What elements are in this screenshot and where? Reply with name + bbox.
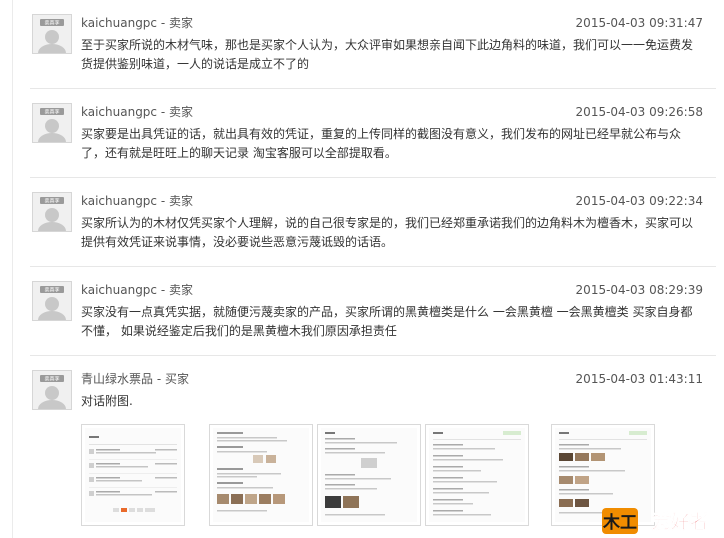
avatar[interactable]: 卖真李 [32, 14, 72, 54]
screenshot-thumbnail-icon [429, 428, 525, 522]
author-name[interactable]: 青山绿水票品 - 买家 [81, 370, 189, 387]
comment-entry: 卖真李 kaichuangpc - 卖家 2015-04-03 09:26:58… [20, 89, 716, 178]
attachment-thumbnail[interactable] [209, 424, 313, 526]
comment-line: 提供有效凭证来说事情，没必要说些恶意污蔑诋毁的话语。 [81, 235, 394, 249]
timestamp: 2015-04-03 09:22:34 [575, 194, 703, 208]
comment-line: 买家要是出具凭证的话，就出具有效的凭证，重复的上传同样的截图没有意义，我们发布的… [81, 127, 682, 141]
mugong-aihaozhe-logo-icon: 木工 爱好者 [602, 508, 709, 534]
author-name[interactable]: kaichuangpc - 卖家 [81, 14, 193, 31]
author-name[interactable]: kaichuangpc - 卖家 [81, 192, 193, 209]
author-name[interactable]: kaichuangpc - 卖家 [81, 103, 193, 120]
avatar[interactable]: 卖真李 [32, 192, 72, 232]
comment-text: 对话附图. [81, 392, 705, 411]
attachment-thumbnail[interactable] [425, 424, 529, 526]
avatar-label: 卖真李 [44, 109, 59, 116]
comment-line: 货提供鉴别味道，一人的说话是成立不了的 [81, 57, 310, 71]
comment-line: 至于买家所说的木材气味，那也是买家个人认为，大众评审如果想亲自闻下此边角料的味道… [81, 38, 694, 52]
comment-entry: 卖真李 kaichuangpc - 卖家 2015-04-03 09:31:47… [20, 0, 716, 89]
avatar-label: 卖真李 [44, 287, 59, 294]
avatar-placeholder-icon: 卖真李 [33, 371, 71, 409]
comment-text: 买家要是出具凭证的话，就出具有效的凭证，重复的上传同样的截图没有意义，我们发布的… [81, 125, 705, 163]
comment-line: 买家所认为的木材仅凭买家个人理解，说的自己很专家是的，我们已经郑重承诺我们的边角… [81, 216, 694, 230]
avatar-placeholder-icon: 卖真李 [33, 282, 71, 320]
avatar-label: 卖真李 [44, 376, 59, 383]
avatar-label: 卖真李 [44, 198, 59, 205]
screenshot-thumbnail-icon [321, 428, 417, 522]
comment-page: 卖真李 kaichuangpc - 卖家 2015-04-03 09:31:47… [0, 0, 724, 538]
watermark-logo: 木工 爱好者 [600, 504, 720, 536]
comment-text: 买家所认为的木材仅凭买家个人理解，说的自己很专家是的，我们已经郑重承诺我们的边角… [81, 214, 705, 252]
logo-part2: 爱好者 [651, 510, 708, 533]
comment-line: 买家没有一点真凭实据，就随便污蔑卖家的产品，买家所谓的黑黄檀类是什么 一会黑黄檀… [81, 305, 693, 319]
logo-part1: 木工 [602, 512, 637, 533]
comment-text: 至于买家所说的木材气味，那也是买家个人认为，大众评审如果想亲自闻下此边角料的味道… [81, 36, 705, 74]
avatar[interactable]: 卖真李 [32, 370, 72, 410]
comment-line: 了，还有就是旺旺上的聊天记录 淘宝客服可以全部提取看。 [81, 146, 397, 160]
avatar[interactable]: 卖真李 [32, 281, 72, 321]
avatar-label: 卖真李 [44, 20, 59, 27]
comment-text: 买家没有一点真凭实据，就随便污蔑卖家的产品，买家所谓的黑黄檀类是什么 一会黑黄檀… [81, 303, 705, 341]
author-name[interactable]: kaichuangpc - 卖家 [81, 281, 193, 298]
timestamp: 2015-04-03 01:43:11 [575, 372, 703, 386]
attachment-thumbnail[interactable] [81, 424, 185, 526]
attachment-thumbnail[interactable] [317, 424, 421, 526]
comment-entry: 卖真李 kaichuangpc - 卖家 2015-04-03 09:22:34… [20, 178, 716, 267]
screenshot-thumbnail-icon [213, 428, 309, 522]
avatar-placeholder-icon: 卖真李 [33, 193, 71, 231]
comment-line: 不懂， 如果说经鉴定后我们的是黑黄檀木我们原因承担责任 [81, 324, 397, 338]
avatar[interactable]: 卖真李 [32, 103, 72, 143]
timestamp: 2015-04-03 09:26:58 [575, 105, 703, 119]
left-border [12, 0, 13, 538]
comment-entry: 卖真李 kaichuangpc - 卖家 2015-04-03 08:29:39… [20, 267, 716, 356]
avatar-placeholder-icon: 卖真李 [33, 15, 71, 53]
timestamp: 2015-04-03 09:31:47 [575, 16, 703, 30]
timestamp: 2015-04-03 08:29:39 [575, 283, 703, 297]
avatar-placeholder-icon: 卖真李 [33, 104, 71, 142]
screenshot-thumbnail-icon [85, 428, 181, 522]
comment-line: 对话附图. [81, 394, 133, 408]
